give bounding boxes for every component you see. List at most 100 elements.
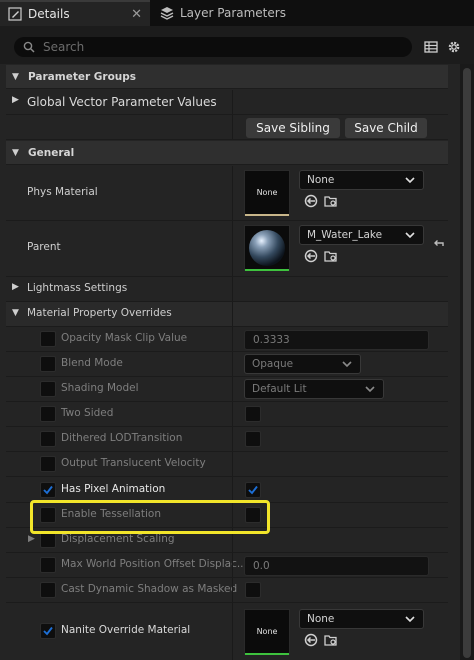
collapse-arrow-icon: ▼: [12, 71, 19, 82]
tab-details[interactable]: Details ✕: [0, 0, 150, 26]
search-placeholder: Search: [43, 40, 85, 54]
nanite-material-value: None: [307, 613, 335, 625]
override-checkbox[interactable]: [40, 406, 56, 422]
override-checkbox[interactable]: [40, 582, 56, 598]
translucent-velocity-row: Output Translucent Velocity: [6, 452, 448, 477]
phys-material-dropdown[interactable]: None: [299, 170, 424, 190]
parent-dropdown[interactable]: M_Water_Lake: [299, 225, 424, 245]
nanite-material-dropdown[interactable]: None: [299, 609, 424, 629]
override-checkbox[interactable]: [40, 623, 56, 639]
search-row: Search: [0, 26, 474, 64]
category-general[interactable]: ▼ General: [6, 141, 448, 165]
phys-material-label: Phys Material: [27, 186, 98, 198]
phys-material-row: Phys Material None None: [6, 166, 448, 221]
layers-icon: [160, 7, 174, 20]
chevron-down-icon: [405, 232, 415, 239]
nanite-material-thumbnail[interactable]: None: [244, 609, 290, 655]
nanite-override-row: Nanite Override Material None None: [6, 603, 448, 660]
override-checkbox[interactable]: [40, 557, 56, 573]
override-checkbox[interactable]: [40, 381, 56, 397]
reset-to-default-icon[interactable]: [432, 237, 446, 251]
column-divider: [232, 427, 233, 451]
scrollbar-thumb[interactable]: [463, 68, 471, 658]
use-selected-asset-icon[interactable]: [304, 249, 318, 263]
use-selected-asset-icon[interactable]: [304, 633, 318, 647]
blend-mode-dropdown[interactable]: Opaque: [244, 354, 361, 374]
two-sided-value-checkbox[interactable]: [245, 406, 261, 422]
tab-details-label: Details: [28, 7, 70, 21]
checkmark-icon: [43, 626, 53, 636]
dithered-lod-label: Dithered LODTransition: [61, 432, 183, 444]
global-vector-row[interactable]: ▶ Global Vector Parameter Values: [6, 90, 448, 115]
category-parameter-groups[interactable]: ▼ Parameter Groups: [6, 65, 448, 89]
material-sphere-preview: [249, 230, 285, 266]
tab-bar: Details ✕ Layer Parameters: [0, 0, 474, 26]
tab-layer-parameters[interactable]: Layer Parameters: [152, 0, 312, 26]
column-divider: [232, 578, 233, 602]
checkmark-icon: [43, 485, 53, 495]
browse-asset-icon[interactable]: [324, 194, 338, 208]
max-wpo-label: Max World Position Offset Displac...: [61, 558, 247, 570]
override-checkbox[interactable]: [40, 482, 56, 498]
column-divider: [232, 352, 233, 376]
column-divider: [232, 377, 233, 401]
shading-model-value: Default Lit: [252, 383, 307, 395]
shading-model-row: Shading Model Default Lit: [6, 377, 448, 402]
scrollbar[interactable]: [460, 64, 474, 660]
column-divider: [232, 452, 233, 476]
column-divider: [232, 603, 233, 660]
column-divider: [232, 221, 233, 276]
column-divider: [232, 277, 233, 301]
parent-value: M_Water_Lake: [307, 229, 383, 241]
parent-row: Parent M_Water_Lake: [6, 221, 448, 277]
dithered-lod-value-checkbox[interactable]: [245, 431, 261, 447]
nanite-override-label: Nanite Override Material: [61, 624, 191, 636]
cast-shadow-row: Cast Dynamic Shadow as Masked: [6, 578, 448, 603]
override-checkbox[interactable]: [40, 456, 56, 472]
close-icon[interactable]: ✕: [131, 7, 142, 22]
thumbnail-none-label: None: [256, 188, 278, 197]
blend-mode-row: Blend Mode Opaque: [6, 352, 448, 377]
save-sibling-button[interactable]: Save Sibling: [246, 118, 340, 138]
phys-material-thumbnail[interactable]: None: [244, 170, 290, 216]
browse-asset-icon[interactable]: [324, 249, 338, 263]
blend-mode-label: Blend Mode: [61, 357, 123, 369]
annotation-highlight-box: [30, 500, 270, 534]
opacity-mask-label: Opacity Mask Clip Value: [61, 332, 188, 344]
opacity-mask-input[interactable]: 0.3333: [244, 330, 429, 350]
table-view-icon[interactable]: [423, 39, 439, 55]
thumbnail-none-label: None: [256, 627, 278, 636]
pixel-animation-value-checkbox[interactable]: [245, 482, 261, 498]
material-property-overrides-row[interactable]: ▼ Material Property Overrides: [6, 302, 448, 327]
override-checkbox[interactable]: [40, 431, 56, 447]
collapse-arrow-icon: ▼: [12, 308, 19, 318]
opacity-mask-row: Opacity Mask Clip Value 0.3333: [6, 327, 448, 352]
lightmass-settings-label: Lightmass Settings: [27, 282, 128, 294]
two-sided-row: Two Sided: [6, 402, 448, 427]
browse-asset-icon[interactable]: [324, 633, 338, 647]
lightmass-settings-row[interactable]: ▶ Lightmass Settings: [6, 277, 448, 302]
asset-type-bar: [245, 269, 289, 271]
parent-material-thumbnail[interactable]: [244, 225, 290, 271]
cast-shadow-value-checkbox[interactable]: [245, 582, 261, 598]
override-checkbox[interactable]: [40, 356, 56, 372]
chevron-down-icon: [405, 616, 415, 623]
details-panel: Search ▼ Parameter Groups ▶ Global Vecto…: [0, 26, 474, 660]
gear-icon[interactable]: [446, 39, 462, 55]
search-input[interactable]: Search: [14, 37, 412, 57]
override-checkbox[interactable]: [40, 532, 56, 548]
category-label: General: [28, 146, 75, 159]
save-buttons-row: Save Sibling Save Child: [6, 115, 448, 140]
max-wpo-input[interactable]: 0.0: [244, 556, 429, 576]
column-divider: [232, 553, 233, 577]
chevron-down-icon: [342, 361, 352, 368]
chevron-down-icon: [405, 177, 415, 184]
save-child-button[interactable]: Save Child: [345, 118, 427, 138]
use-selected-asset-icon[interactable]: [304, 194, 318, 208]
override-checkbox[interactable]: [40, 331, 56, 347]
expand-arrow-icon[interactable]: ▶: [28, 534, 35, 544]
material-property-overrides-label: Material Property Overrides: [27, 307, 172, 319]
translucent-velocity-label: Output Translucent Velocity: [61, 457, 206, 469]
column-divider: [232, 477, 233, 502]
shading-model-dropdown[interactable]: Default Lit: [244, 379, 384, 399]
